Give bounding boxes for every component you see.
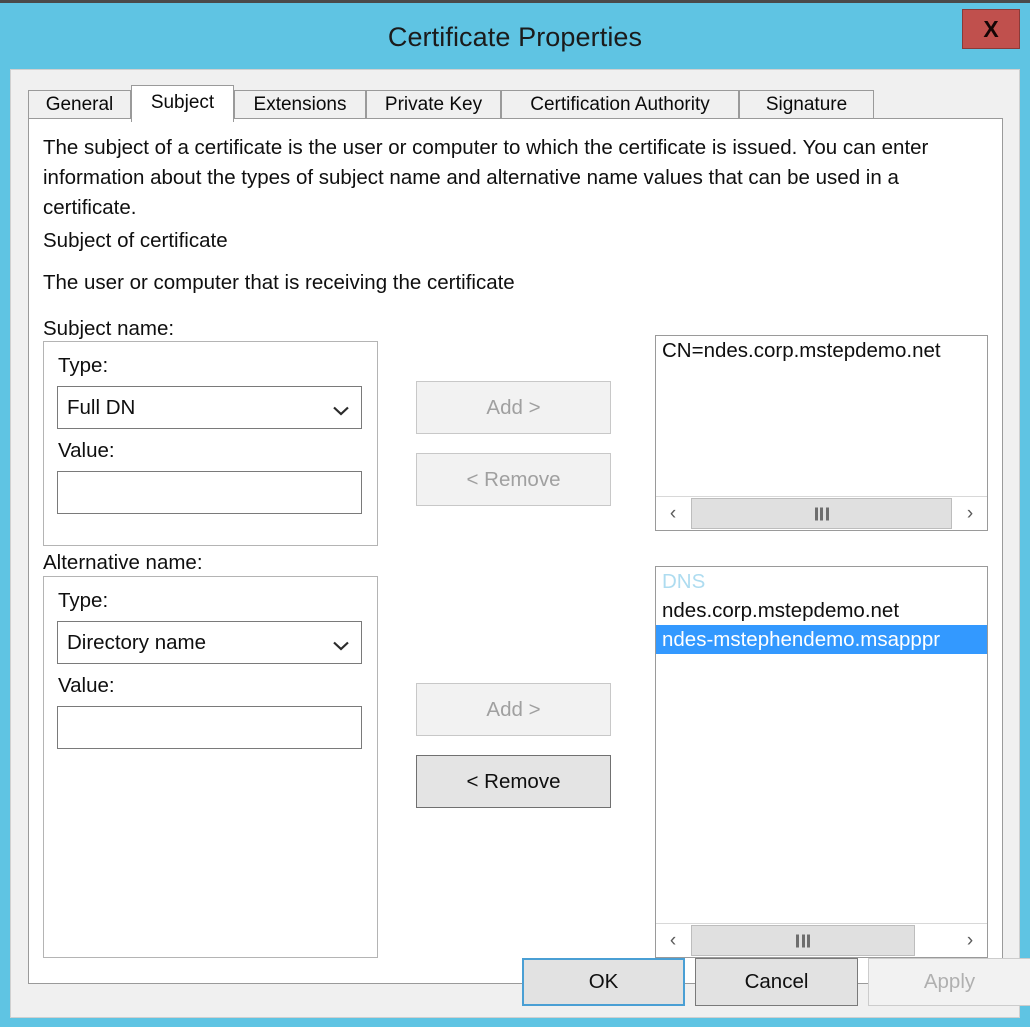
alternative-name-scroll-thumb[interactable] — [691, 925, 915, 956]
page-description: The subject of a certificate is the user… — [43, 136, 929, 219]
dialog-client-area: General Subject Extensions Private Key C… — [10, 69, 1030, 1018]
subject-name-type-value: Full DN — [67, 395, 136, 419]
ok-button[interactable]: OK — [522, 958, 685, 1006]
grip-icon — [814, 507, 829, 520]
window-title: Certificate Properties — [387, 22, 643, 52]
subject-name-type-label: Type: — [58, 354, 109, 377]
subject-tab-page: The subject of a certificate is the user… — [28, 118, 1003, 984]
list-item[interactable]: ndes-mstephendemo.msapppr — [656, 625, 987, 654]
subject-name-remove-button[interactable]: < Remove — [416, 453, 611, 506]
alternative-name-group-label: Alternative name: — [43, 551, 203, 574]
subject-name-listbox[interactable]: CN=ndes.corp.mstepdemo.net ‹ › — [655, 335, 988, 531]
chevron-left-icon[interactable]: ‹ — [656, 924, 690, 957]
title-bar: Certificate Properties X — [0, 6, 1030, 69]
chevron-down-icon — [333, 638, 349, 651]
subject-name-hscrollbar[interactable]: ‹ › — [656, 496, 987, 530]
tab-general[interactable]: General — [28, 90, 131, 119]
alternative-name-type-combo[interactable]: Directory name — [57, 621, 362, 664]
subject-name-list-items: CN=ndes.corp.mstepdemo.net — [656, 336, 987, 496]
alternative-name-type-label: Type: — [58, 589, 109, 612]
list-item[interactable]: CN=ndes.corp.mstepdemo.net — [656, 336, 987, 365]
alternative-name-hscrollbar[interactable]: ‹ › — [656, 923, 987, 957]
list-item-header: DNS — [662, 570, 706, 593]
alternative-name-remove-button[interactable]: < Remove — [416, 755, 611, 808]
subject-name-add-button[interactable]: Add > — [416, 381, 611, 434]
chevron-right-icon[interactable]: › — [953, 924, 987, 957]
chevron-down-icon — [333, 403, 349, 416]
subject-name-scroll-thumb[interactable] — [691, 498, 952, 529]
alternative-name-listbox[interactable]: DNS ndes.corp.mstepdemo.net ndes-mstephe… — [655, 566, 988, 958]
tab-certification-authority[interactable]: Certification Authority — [501, 90, 739, 119]
close-icon[interactable]: X — [962, 9, 1020, 49]
tab-strip: General Subject Extensions Private Key C… — [28, 85, 1003, 122]
chevron-right-icon[interactable]: › — [953, 497, 987, 530]
chevron-left-icon[interactable]: ‹ — [656, 497, 690, 530]
apply-button: Apply — [868, 958, 1030, 1006]
subject-name-value-label: Value: — [58, 439, 115, 462]
tab-subject[interactable]: Subject — [131, 85, 234, 122]
section-heading: Subject of certificate — [43, 229, 228, 252]
alternative-name-add-button[interactable]: Add > — [416, 683, 611, 736]
tab-private-key[interactable]: Private Key — [366, 90, 501, 119]
alternative-name-value-label: Value: — [58, 674, 115, 697]
cancel-button[interactable]: Cancel — [695, 958, 858, 1006]
grip-icon — [796, 934, 810, 947]
alternative-name-list-items: DNS ndes.corp.mstepdemo.net ndes-mstephe… — [656, 567, 987, 923]
subject-name-type-combo[interactable]: Full DN — [57, 386, 362, 429]
subject-name-value-input[interactable] — [57, 471, 362, 514]
subject-name-group-label: Subject name: — [43, 317, 175, 340]
certificate-properties-window: Certificate Properties X General Subject… — [0, 0, 1030, 1027]
tab-extensions[interactable]: Extensions — [234, 90, 366, 119]
list-item[interactable]: ndes.corp.mstepdemo.net — [656, 596, 987, 625]
alternative-name-value-input[interactable] — [57, 706, 362, 749]
alternative-name-type-value: Directory name — [67, 630, 206, 654]
section-subtext: The user or computer that is receiving t… — [43, 271, 515, 294]
tab-signature[interactable]: Signature — [739, 90, 874, 119]
